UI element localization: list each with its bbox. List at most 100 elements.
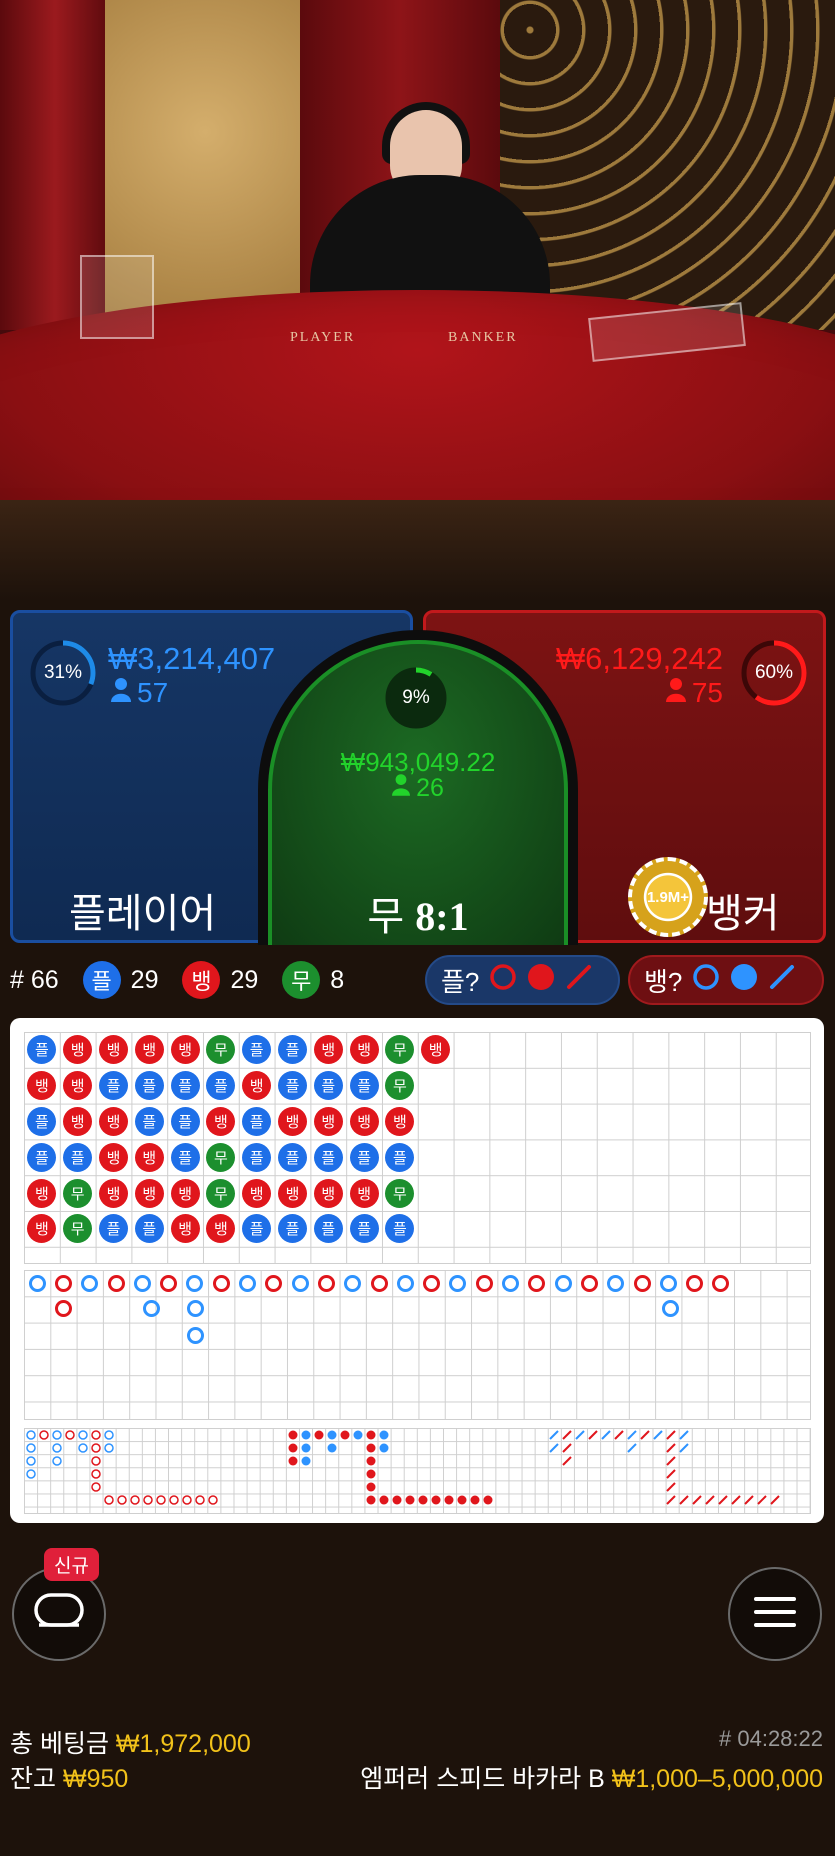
chat-button[interactable] bbox=[12, 1567, 106, 1661]
bead-road-cell: 플 bbox=[134, 1214, 164, 1244]
bead-road-cell: 무 bbox=[385, 1071, 415, 1101]
bead-road-cell: 플 bbox=[242, 1142, 272, 1172]
derived-roads bbox=[24, 1428, 811, 1514]
big-road-mark bbox=[107, 1274, 125, 1292]
big-road-mark bbox=[344, 1274, 362, 1292]
bead-road-cell: 플 bbox=[313, 1071, 343, 1101]
player-predict-button[interactable]: 플? bbox=[425, 955, 620, 1005]
bead-road-cell: 플 bbox=[242, 1214, 272, 1244]
big-road bbox=[24, 1270, 811, 1420]
banker-wins: 29 bbox=[230, 965, 259, 994]
bead-road-cell: 무 bbox=[206, 1178, 236, 1208]
bead-road-cell: 뱅 bbox=[99, 1142, 128, 1172]
bead-road-cell: 플 bbox=[63, 1142, 93, 1172]
total-bet-value: ₩1,972,000 bbox=[115, 1730, 251, 1758]
bead-road-cell: 뱅 bbox=[278, 1178, 307, 1208]
bead-road-cell: 무 bbox=[206, 1035, 236, 1065]
bead-road-cell: 뱅 bbox=[385, 1107, 415, 1136]
big-road-mark bbox=[475, 1274, 493, 1292]
big-road-mark bbox=[712, 1274, 730, 1292]
big-road-mark bbox=[54, 1274, 72, 1292]
banker-badge: 뱅 bbox=[182, 961, 221, 999]
big-road-mark bbox=[607, 1274, 625, 1292]
game-id: # 04:28:22 bbox=[719, 1726, 823, 1751]
bead-road-cell: 뱅 bbox=[278, 1107, 307, 1136]
big-road-mark bbox=[55, 1300, 72, 1317]
big-road-mark bbox=[133, 1274, 151, 1292]
table-rim bbox=[0, 500, 835, 600]
bead-road-cell: 뱅 bbox=[99, 1107, 128, 1136]
new-badge: 신규 bbox=[44, 1548, 99, 1581]
banker-percent: 60% bbox=[754, 662, 794, 683]
tie-bet-area[interactable]: 9% ₩943,049.22 26 무 8:1 bbox=[268, 640, 568, 945]
bead-road-cell: 뱅 bbox=[27, 1178, 57, 1208]
player-predict-label: 플? bbox=[441, 966, 480, 997]
big-road-mark bbox=[291, 1274, 309, 1292]
bead-road-cell: 뱅 bbox=[313, 1035, 343, 1065]
bead-road-cell: 무 bbox=[63, 1214, 93, 1244]
slash-icon bbox=[565, 963, 593, 998]
banker-amount: ₩6,129,242 bbox=[555, 641, 723, 676]
person-icon bbox=[392, 774, 411, 803]
big-road-mark bbox=[370, 1274, 388, 1292]
bead-road-cell: 플 bbox=[206, 1071, 236, 1101]
balance-value: ₩950 bbox=[62, 1765, 129, 1793]
bead-road-cell: 플 bbox=[278, 1214, 307, 1244]
banker-label: 뱅커 bbox=[706, 892, 780, 936]
bead-road-cell: 플 bbox=[99, 1214, 128, 1244]
bead-road-cell: 플 bbox=[134, 1071, 164, 1101]
menu-button[interactable] bbox=[728, 1567, 822, 1661]
menu-icon bbox=[754, 1595, 796, 1634]
tie-percent-ring: 9% bbox=[384, 666, 448, 730]
tie-label-row: 무 8:1 bbox=[272, 884, 564, 942]
tie-percent: 9% bbox=[402, 687, 430, 708]
big-road-mark bbox=[187, 1300, 204, 1317]
bead-road-cell: 뱅 bbox=[134, 1035, 164, 1065]
bead-road-cell: 플 bbox=[313, 1142, 343, 1172]
big-road-mark bbox=[633, 1274, 651, 1292]
bead-road-cell: 뱅 bbox=[99, 1178, 128, 1208]
bead-road-cell: 플 bbox=[278, 1142, 307, 1172]
bead-road-cell: 뱅 bbox=[242, 1178, 272, 1208]
bead-road-cell: 뱅 bbox=[63, 1071, 93, 1101]
chat-icon bbox=[33, 1592, 85, 1637]
chip-value: 1.9M+ bbox=[646, 888, 690, 906]
big-road-mark bbox=[580, 1274, 598, 1292]
player-label: 플레이어 bbox=[69, 892, 217, 936]
bead-road-cell: 뱅 bbox=[206, 1214, 236, 1244]
big-road-mark bbox=[659, 1274, 677, 1292]
big-road-mark bbox=[502, 1274, 519, 1292]
bead-road-cell: 플 bbox=[278, 1071, 307, 1101]
placed-chip[interactable]: 1.9M+ bbox=[628, 857, 708, 937]
bead-road-cell: 뱅 bbox=[134, 1178, 164, 1208]
big-road-mark bbox=[160, 1274, 178, 1292]
bead-road-cell: 무 bbox=[63, 1178, 93, 1208]
bead-road-cell: 플 bbox=[349, 1071, 379, 1101]
bead-road-cell: 뱅 bbox=[349, 1035, 379, 1065]
table-name: 엠퍼러 스피드 바카라 B bbox=[360, 1765, 605, 1793]
player-count-row: 57 bbox=[111, 677, 168, 709]
table-info-row: 엠퍼러 스피드 바카라 B ₩1,000–5,000,000 bbox=[360, 1759, 823, 1795]
bead-road: 플뱅뱅뱅뱅무플플뱅뱅무뱅뱅뱅플플플플뱅플플플무플뱅뱅플플뱅플뱅뱅뱅뱅플플뱅뱅플무… bbox=[24, 1032, 811, 1264]
player-percent-ring: 31% bbox=[29, 639, 97, 707]
bead-road-cell: 뱅 bbox=[206, 1107, 236, 1136]
big-road-mark bbox=[81, 1274, 99, 1292]
bead-road-cell: 뱅 bbox=[99, 1035, 128, 1065]
live-video: PLAYER BANKER bbox=[0, 0, 835, 600]
big-road-mark bbox=[662, 1300, 679, 1317]
player-count: 57 bbox=[137, 677, 169, 708]
bead-road-cell: 플 bbox=[313, 1214, 343, 1244]
bead-road-cell: 뱅 bbox=[349, 1107, 379, 1136]
big-road-mark bbox=[239, 1274, 256, 1292]
bead-road-cell: 뱅 bbox=[27, 1071, 57, 1101]
tie-payout: 8:1 bbox=[415, 894, 469, 939]
bead-road-cell: 플 bbox=[242, 1035, 272, 1065]
big-road-mark bbox=[28, 1274, 46, 1292]
big-road-mark bbox=[187, 1327, 204, 1344]
player-badge: 플 bbox=[82, 961, 121, 999]
bead-road-cell: 플 bbox=[99, 1071, 128, 1101]
bead-road-cell: 뱅 bbox=[134, 1142, 164, 1172]
bead-road-cell: 뱅 bbox=[170, 1035, 200, 1065]
roadmap-scoreboard[interactable]: 플뱅뱅뱅뱅무플플뱅뱅무뱅뱅뱅플플플플뱅플플플무플뱅뱅플플뱅플뱅뱅뱅뱅플플뱅뱅플무… bbox=[10, 1018, 824, 1523]
banker-predict-button[interactable]: 뱅? bbox=[628, 955, 824, 1005]
